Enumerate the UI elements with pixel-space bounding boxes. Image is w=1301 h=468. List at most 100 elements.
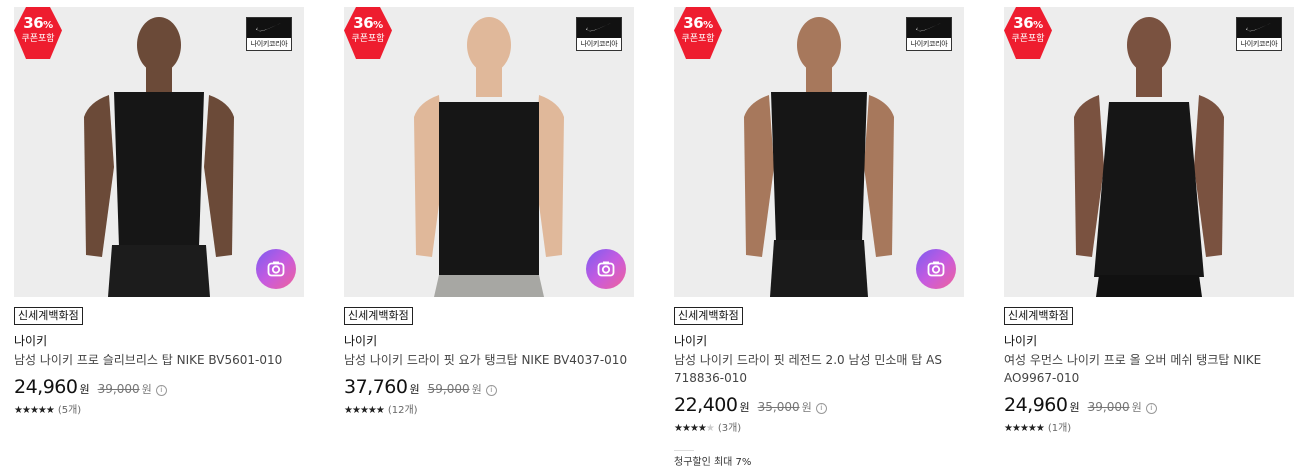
swoosh-logo xyxy=(577,18,621,38)
star-icon: ★ xyxy=(1035,423,1045,434)
review-count: (12개) xyxy=(387,405,418,416)
product-name[interactable]: 남성 나이키 드라이 핏 요가 탱크탑 NIKE BV4037-010 xyxy=(344,351,636,369)
original-price: 35,000 xyxy=(757,400,800,414)
star-rating: ★★★★★ xyxy=(674,423,715,434)
rating-row: ★★★★★ (3개) xyxy=(674,422,966,436)
star-icon: ★ xyxy=(674,423,683,434)
discount-percent: 36 xyxy=(1013,14,1034,32)
store-tag[interactable]: 신세계백화점 xyxy=(14,307,83,325)
brand-logo: 나이키코리아 xyxy=(576,17,622,51)
camera-search-icon[interactable] xyxy=(916,249,956,289)
star-icon: ★ xyxy=(344,405,353,416)
brand-logo: 나이키코리아 xyxy=(906,17,952,51)
price-row: 24,960 원 39,000 원 i xyxy=(1004,393,1296,420)
star-icon: ★ xyxy=(37,405,47,416)
star-icon: ★ xyxy=(1011,423,1021,434)
star-icon: ★ xyxy=(705,423,715,434)
star-rating: ★★★★★ xyxy=(14,405,55,416)
swoosh-logo xyxy=(907,18,951,38)
star-icon: ★ xyxy=(45,405,55,416)
review-count: (5개) xyxy=(57,405,82,416)
coupon-label: 쿠폰포함 xyxy=(681,34,715,44)
swoosh-logo xyxy=(247,18,291,38)
star-rating: ★★★★★ xyxy=(344,405,385,416)
logo-text: 나이키코리아 xyxy=(250,40,288,48)
product-brand[interactable]: 나이키 xyxy=(674,333,966,349)
original-unit: 원 xyxy=(141,383,152,396)
rating-row: ★★★★★ (5개) xyxy=(14,404,306,418)
logo-text: 나이키코리아 xyxy=(910,40,948,48)
star-icon: ★ xyxy=(1004,423,1013,434)
store-tag[interactable]: 신세계백화점 xyxy=(674,307,743,325)
star-icon: ★ xyxy=(359,405,369,416)
price-unit: 원 xyxy=(79,383,90,396)
info-icon[interactable]: i xyxy=(815,403,827,414)
discount-percent: 36 xyxy=(23,14,44,32)
info-icon[interactable]: i xyxy=(485,385,497,396)
original-price: 39,000 xyxy=(1087,400,1130,414)
star-icon: ★ xyxy=(351,405,361,416)
discount-unit: % xyxy=(43,20,53,31)
rating-row: ★★★★★ (1개) xyxy=(1004,422,1296,436)
original-price: 39,000 xyxy=(97,382,140,396)
product-card[interactable]: 36% 쿠폰포함 나이키코리아 신세계백화점 나이키 남성 나이키 드라이 핏 … xyxy=(344,7,636,418)
star-icon: ★ xyxy=(14,405,23,416)
original-unit: 원 xyxy=(471,383,482,396)
info-icon[interactable]: i xyxy=(1145,403,1157,414)
sale-price: 37,760 xyxy=(344,376,408,398)
price-unit: 원 xyxy=(739,401,750,414)
star-icon: ★ xyxy=(689,423,699,434)
logo-text: 나이키코리아 xyxy=(1240,40,1278,48)
discount-unit: % xyxy=(1033,20,1043,31)
review-count: (3개) xyxy=(717,423,742,434)
sale-price: 24,960 xyxy=(1004,394,1068,416)
store-tag[interactable]: 신세계백화점 xyxy=(344,307,413,325)
discount-unit: % xyxy=(703,20,713,31)
product-image[interactable]: 36% 쿠폰포함 나이키코리아 xyxy=(344,7,634,297)
product-card[interactable]: 36% 쿠폰포함 나이키코리아 신세계백화점 나이키 남성 나이키 프로 슬리브… xyxy=(14,7,306,418)
product-image[interactable]: 36% 쿠폰포함 나이키코리아 xyxy=(674,7,964,297)
product-name[interactable]: 남성 나이키 드라이 핏 레전드 2.0 남성 민소매 탑 AS 718836-… xyxy=(674,351,966,387)
product-card[interactable]: 36% 쿠폰포함 나이키코리아 신세계백화점 나이키 여성 우먼스 나이키 프로… xyxy=(1004,7,1296,436)
star-icon: ★ xyxy=(367,405,377,416)
star-icon: ★ xyxy=(697,423,707,434)
store-tag[interactable]: 신세계백화점 xyxy=(1004,307,1073,325)
product-brand[interactable]: 나이키 xyxy=(344,333,636,349)
product-brand[interactable]: 나이키 xyxy=(1004,333,1296,349)
discount-percent: 36 xyxy=(683,14,704,32)
star-icon: ★ xyxy=(1027,423,1037,434)
product-image[interactable]: 36% 쿠폰포함 나이키코리아 xyxy=(14,7,304,297)
original-price: 59,000 xyxy=(427,382,470,396)
star-icon: ★ xyxy=(29,405,39,416)
original-unit: 원 xyxy=(1131,401,1142,414)
logo-text: 나이키코리아 xyxy=(580,40,618,48)
price-row: 37,760 원 59,000 원 i xyxy=(344,375,636,402)
price-row: 24,960 원 39,000 원 i xyxy=(14,375,306,402)
star-icon: ★ xyxy=(1019,423,1029,434)
price-unit: 원 xyxy=(409,383,420,396)
coupon-label: 쿠폰포함 xyxy=(1011,34,1045,44)
camera-search-icon[interactable] xyxy=(586,249,626,289)
camera-search-icon[interactable] xyxy=(256,249,296,289)
brand-logo: 나이키코리아 xyxy=(246,17,292,51)
review-count: (1개) xyxy=(1047,423,1072,434)
sale-price: 22,400 xyxy=(674,394,738,416)
star-icon: ★ xyxy=(375,405,385,416)
product-name[interactable]: 여성 우먼스 나이키 프로 올 오버 메쉬 탱크탑 NIKE AO9967-01… xyxy=(1004,351,1296,387)
product-card[interactable]: 36% 쿠폰포함 나이키코리아 신세계백화점 나이키 남성 나이키 드라이 핏 … xyxy=(674,7,966,468)
product-name[interactable]: 남성 나이키 프로 슬리브리스 탑 NIKE BV5601-010 xyxy=(14,351,306,369)
promo-text: 청구할인 최대 7% xyxy=(674,450,751,468)
price-row: 22,400 원 35,000 원 i xyxy=(674,393,966,420)
info-icon[interactable]: i xyxy=(155,385,167,396)
product-brand[interactable]: 나이키 xyxy=(14,333,306,349)
original-unit: 원 xyxy=(801,401,812,414)
swoosh-logo xyxy=(1237,18,1281,38)
coupon-label: 쿠폰포함 xyxy=(21,34,55,44)
star-rating: ★★★★★ xyxy=(1004,423,1045,434)
price-unit: 원 xyxy=(1069,401,1080,414)
product-image[interactable]: 36% 쿠폰포함 나이키코리아 xyxy=(1004,7,1294,297)
product-grid: 36% 쿠폰포함 나이키코리아 신세계백화점 나이키 남성 나이키 프로 슬리브… xyxy=(0,0,1301,468)
star-icon: ★ xyxy=(681,423,691,434)
star-icon: ★ xyxy=(21,405,31,416)
discount-percent: 36 xyxy=(353,14,374,32)
